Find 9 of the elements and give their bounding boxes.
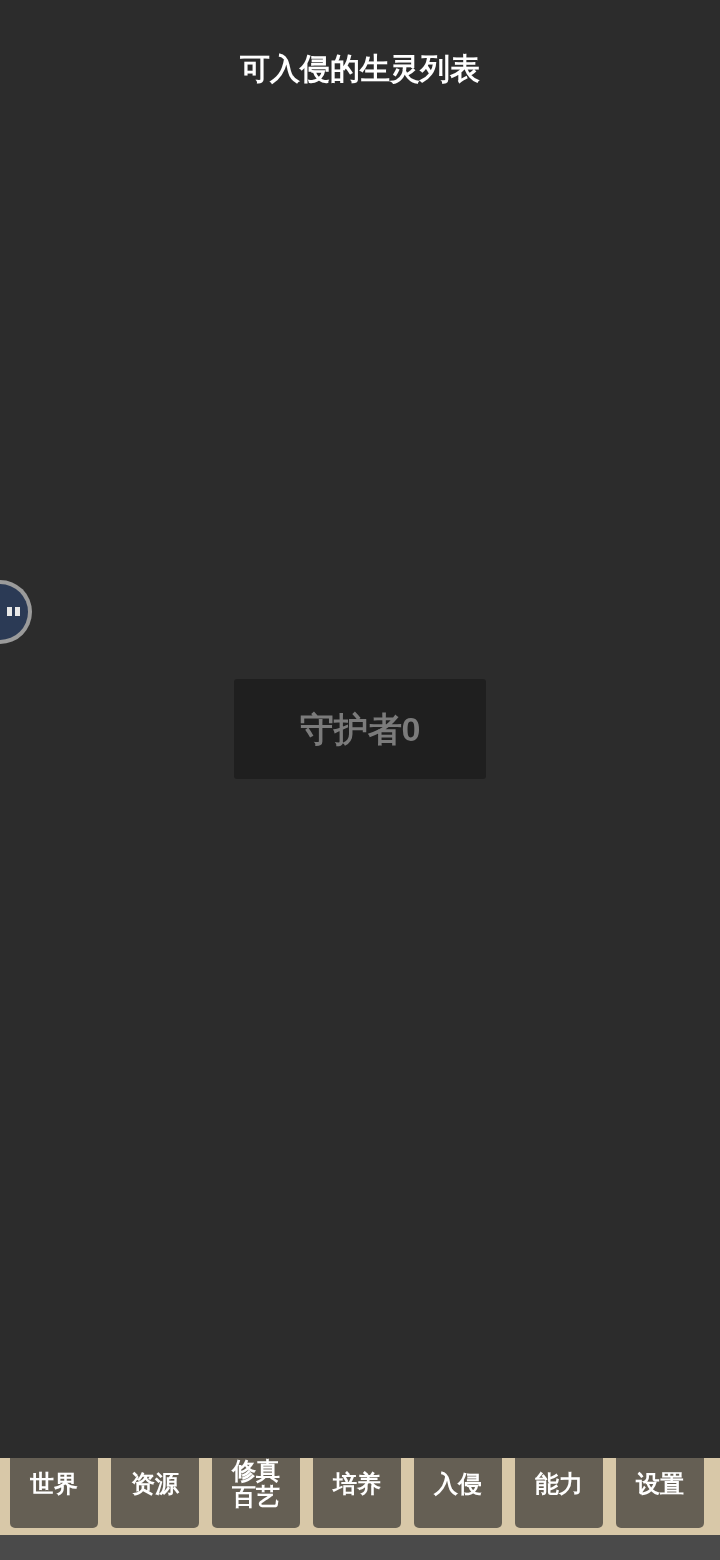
tab-button[interactable]: 设置 — [616, 1458, 704, 1528]
tab-button[interactable]: 世界 — [10, 1458, 98, 1528]
page-title: 可入侵的生灵列表 — [240, 51, 480, 87]
tab-button[interactable]: 资源 — [111, 1458, 199, 1528]
tab-button[interactable]: 能力 — [515, 1458, 603, 1528]
tab-button[interactable]: 培养 — [313, 1458, 401, 1528]
tab-button[interactable]: 修真百艺 — [212, 1458, 300, 1528]
tab-button[interactable]: 入侵 — [414, 1458, 502, 1528]
guardian-button[interactable]: 守护者0 — [234, 679, 486, 779]
